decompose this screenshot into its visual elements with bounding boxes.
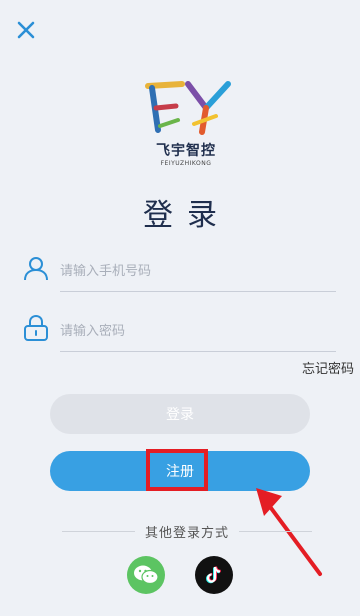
lock-icon (24, 314, 48, 341)
forgot-password-link[interactable]: 忘记密码 (302, 358, 354, 377)
password-field (22, 308, 336, 352)
other-login-divider: 其他登录方式 (62, 522, 313, 541)
logo-name-en: FEIYUZHIKONG (160, 160, 212, 167)
divider-line-right (239, 530, 313, 532)
wechat-login-button[interactable] (127, 556, 165, 594)
logo-name-cn: 飞宇智控 (156, 143, 216, 159)
page-title: 登录 (143, 198, 231, 233)
app-logo: 飞宇智控 FEIYUZHIKONG (138, 80, 234, 172)
user-icon (24, 257, 48, 281)
close-icon (17, 21, 35, 39)
password-input[interactable] (60, 308, 336, 352)
divider-line-left (62, 530, 135, 532)
phone-field (22, 248, 336, 292)
register-button[interactable]: 注册 (50, 451, 310, 491)
wechat-icon (134, 565, 159, 585)
tiktok-icon (206, 566, 221, 584)
phone-input[interactable] (60, 248, 336, 292)
other-login-label: 其他登录方式 (145, 525, 230, 541)
login-button[interactable]: 登录 (50, 394, 310, 434)
fy-logo-mark (145, 81, 231, 135)
tiktok-login-button[interactable] (195, 556, 233, 594)
close-button[interactable] (12, 16, 40, 44)
